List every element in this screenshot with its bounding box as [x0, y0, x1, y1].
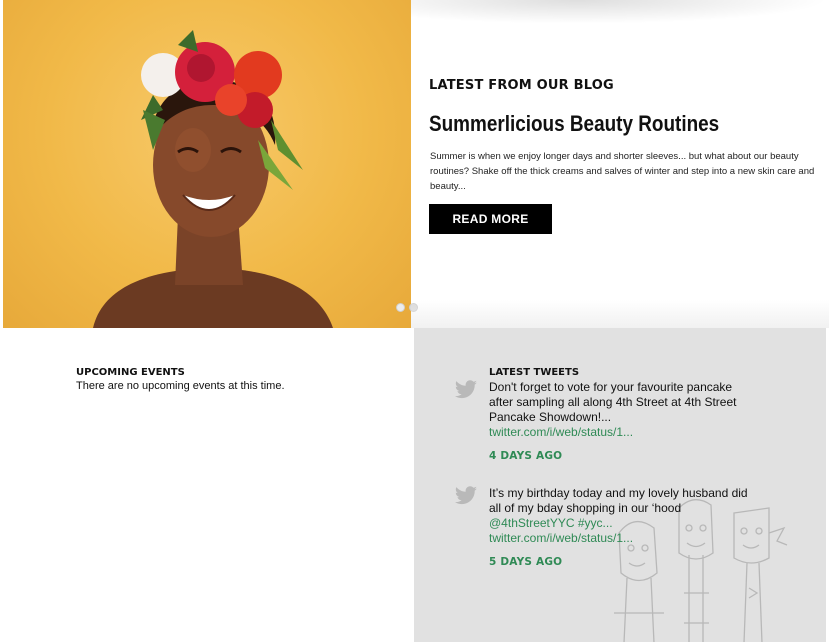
tweet-timestamp: 4 DAYS AGO: [489, 450, 563, 462]
events-empty-text: There are no upcoming events at this tim…: [76, 380, 285, 392]
carousel-dot[interactable]: [396, 303, 405, 312]
decorative-shadow: [411, 300, 829, 328]
tweet-item: Don't forget to vote for your favourite …: [455, 380, 759, 462]
decorative-shadow: [411, 0, 829, 24]
woman-with-flower-crown-illustration: [93, 30, 333, 328]
upcoming-events: UPCOMING EVENTS There are no upcoming ev…: [76, 367, 396, 392]
tweet-mention-link[interactable]: @4thStreetYYC #yyc...: [489, 516, 759, 531]
tweet-text: Don't forget to vote for your favourite …: [489, 380, 737, 424]
blog-post-excerpt: Summer is when we enjoy longer days and …: [430, 151, 815, 192]
twitter-bird-icon: [455, 486, 477, 505]
events-heading: UPCOMING EVENTS: [76, 367, 185, 378]
tweet-timestamp: 5 DAYS AGO: [489, 556, 563, 568]
blog-post-title[interactable]: Summerlicious Beauty Routines: [429, 111, 764, 137]
blog-teaser: LATEST FROM OUR BLOG Summerlicious Beaut…: [429, 78, 819, 234]
tweet-item: It’s my birthday today and my lovely hus…: [455, 486, 759, 568]
tweet-text: It’s my birthday today and my lovely hus…: [489, 486, 748, 515]
latest-tweets-panel: LATEST TWEETS Don't forget to vote for y…: [414, 328, 826, 642]
twitter-bird-icon: [455, 380, 477, 399]
tweet-link[interactable]: twitter.com/i/web/status/1...: [489, 531, 759, 546]
read-more-button[interactable]: READ MORE: [429, 204, 552, 234]
tweets-list: LATEST TWEETS Don't forget to vote for y…: [455, 367, 759, 568]
tweet-link[interactable]: twitter.com/i/web/status/1...: [489, 425, 759, 440]
blog-section-heading: LATEST FROM OUR BLOG: [429, 78, 614, 93]
tweets-heading: LATEST TWEETS: [489, 367, 580, 378]
blog-hero-image[interactable]: [3, 0, 411, 328]
